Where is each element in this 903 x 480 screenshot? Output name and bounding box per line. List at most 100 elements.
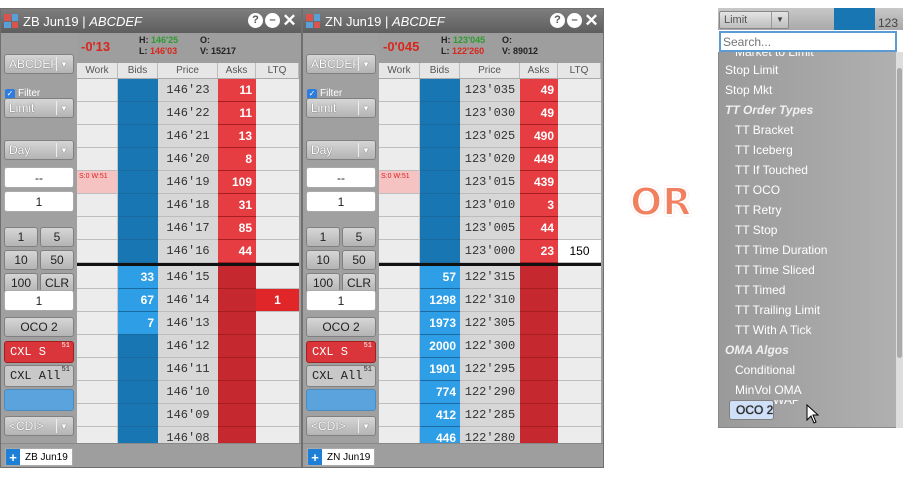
minimize-icon[interactable]: – bbox=[265, 13, 280, 28]
ask-cell[interactable]: 109 bbox=[218, 171, 256, 194]
list-item[interactable]: TT Time Duration bbox=[719, 240, 896, 260]
workspace-tab[interactable]: + ZB Jun19 bbox=[5, 448, 73, 466]
work-cell[interactable] bbox=[379, 125, 420, 148]
scrollbar-thumb[interactable] bbox=[897, 68, 902, 358]
list-item[interactable]: TT Iceberg bbox=[719, 140, 896, 160]
price-cell[interactable]: 122'315 bbox=[460, 266, 520, 289]
price-cell[interactable]: 146'21 bbox=[158, 125, 218, 148]
price-cell[interactable]: 123'005 bbox=[460, 217, 520, 240]
list-item[interactable]: Stop Limit bbox=[719, 60, 896, 80]
bid-cell[interactable]: 57 bbox=[420, 266, 460, 289]
ask-cell[interactable]: 44 bbox=[218, 240, 256, 263]
ask-cell[interactable] bbox=[520, 358, 558, 381]
ask-cell[interactable]: 439 bbox=[520, 171, 558, 194]
qty-5-button[interactable]: 5 bbox=[40, 227, 74, 247]
ask-cell[interactable]: 490 bbox=[520, 125, 558, 148]
list-item[interactable]: Stop Mkt bbox=[719, 80, 896, 100]
list-item[interactable]: TT Time Sliced bbox=[719, 260, 896, 280]
header-price[interactable]: Price bbox=[460, 63, 520, 78]
order-type-select[interactable]: Limit ▼ bbox=[719, 11, 789, 29]
work-cell[interactable] bbox=[77, 312, 118, 335]
tif-select[interactable]: Day ▼ bbox=[306, 140, 376, 160]
price-cell[interactable]: 146'14 bbox=[158, 289, 218, 312]
price-cell[interactable]: 122'305 bbox=[460, 312, 520, 335]
bid-cell[interactable]: 1973 bbox=[420, 312, 460, 335]
ask-cell[interactable]: 23 bbox=[520, 240, 558, 263]
bid-cell[interactable]: 774 bbox=[420, 381, 460, 404]
search-input[interactable] bbox=[719, 31, 897, 52]
price-cell[interactable]: 123'010 bbox=[460, 194, 520, 217]
work-cell[interactable] bbox=[77, 358, 118, 381]
work-cell[interactable] bbox=[379, 289, 420, 312]
work-cell[interactable] bbox=[379, 217, 420, 240]
work-cell[interactable] bbox=[379, 335, 420, 358]
header-ltq[interactable]: LTQ bbox=[558, 63, 601, 78]
work-cell[interactable] bbox=[77, 194, 118, 217]
work-cell[interactable]: S:0 W:51 bbox=[379, 171, 420, 194]
header-bids[interactable]: Bids bbox=[420, 63, 460, 78]
ask-cell[interactable] bbox=[520, 289, 558, 312]
list-item[interactable]: TT If Touched bbox=[719, 160, 896, 180]
ask-cell[interactable] bbox=[520, 404, 558, 427]
cancel-sell-button[interactable]: CXL S 51 bbox=[306, 341, 376, 363]
bid-cell[interactable] bbox=[118, 335, 158, 358]
price-cell[interactable]: 146'15 bbox=[158, 266, 218, 289]
ask-cell[interactable]: 44 bbox=[520, 217, 558, 240]
bid-cell[interactable] bbox=[420, 217, 460, 240]
work-cell[interactable] bbox=[77, 217, 118, 240]
price-cell[interactable]: 146'09 bbox=[158, 404, 218, 427]
price-cell[interactable]: 122'295 bbox=[460, 358, 520, 381]
header-price[interactable]: Price bbox=[158, 63, 218, 78]
header-work[interactable]: Work bbox=[379, 63, 420, 78]
bid-cell[interactable] bbox=[420, 125, 460, 148]
bid-cell[interactable] bbox=[118, 381, 158, 404]
cdi-select[interactable]: <CDI> ▼ bbox=[4, 416, 74, 436]
work-cell[interactable] bbox=[379, 102, 420, 125]
bid-cell[interactable]: 1298 bbox=[420, 289, 460, 312]
work-cell[interactable] bbox=[77, 79, 118, 102]
ask-cell[interactable]: 3 bbox=[520, 194, 558, 217]
qty-1-button[interactable]: 1 bbox=[4, 227, 38, 247]
work-cell[interactable] bbox=[379, 79, 420, 102]
price-cell[interactable]: 123'030 bbox=[460, 102, 520, 125]
header-ltq[interactable]: LTQ bbox=[256, 63, 299, 78]
oco-button[interactable]: OCO 2 bbox=[4, 317, 74, 337]
qty-1-button[interactable]: 1 bbox=[306, 227, 340, 247]
order-type-select[interactable]: Limit ▼ bbox=[306, 98, 376, 118]
header-asks[interactable]: Asks bbox=[218, 63, 256, 78]
quantity-input-2[interactable]: 1 bbox=[4, 290, 74, 311]
list-item[interactable]: TT Trailing Limit bbox=[719, 300, 896, 320]
work-cell[interactable] bbox=[379, 266, 420, 289]
help-icon[interactable]: ? bbox=[248, 13, 263, 28]
ask-cell[interactable] bbox=[218, 358, 256, 381]
work-cell[interactable] bbox=[379, 240, 420, 263]
work-cell[interactable]: S:0 W:51 bbox=[77, 171, 118, 194]
tif-select[interactable]: Day ▼ bbox=[4, 140, 74, 160]
price-cell[interactable]: 146'16 bbox=[158, 240, 218, 263]
blank-button[interactable] bbox=[4, 389, 74, 411]
close-icon[interactable]: ✕ bbox=[282, 12, 297, 29]
ask-cell[interactable] bbox=[218, 381, 256, 404]
price-cell[interactable]: 123'000 bbox=[460, 240, 520, 263]
ask-cell[interactable] bbox=[520, 312, 558, 335]
ask-cell[interactable] bbox=[218, 289, 256, 312]
bid-cell[interactable]: 33 bbox=[118, 266, 158, 289]
bid-cell[interactable] bbox=[118, 194, 158, 217]
bid-cell[interactable] bbox=[118, 171, 158, 194]
bid-cell[interactable] bbox=[420, 171, 460, 194]
header-bids[interactable]: Bids bbox=[118, 63, 158, 78]
ask-cell[interactable] bbox=[218, 335, 256, 358]
list-item[interactable]: TT Bracket bbox=[719, 120, 896, 140]
ask-cell[interactable]: 49 bbox=[520, 79, 558, 102]
quantity-input[interactable]: 1 bbox=[306, 191, 376, 212]
work-cell[interactable] bbox=[77, 266, 118, 289]
bid-cell[interactable] bbox=[420, 240, 460, 263]
ask-cell[interactable] bbox=[218, 404, 256, 427]
blank-button[interactable] bbox=[306, 389, 376, 411]
price-cell[interactable]: 122'285 bbox=[460, 404, 520, 427]
ask-cell[interactable]: 11 bbox=[218, 79, 256, 102]
work-cell[interactable] bbox=[379, 381, 420, 404]
bid-cell[interactable]: 1901 bbox=[420, 358, 460, 381]
qty-5-button[interactable]: 5 bbox=[342, 227, 376, 247]
price-cell[interactable]: 122'300 bbox=[460, 335, 520, 358]
